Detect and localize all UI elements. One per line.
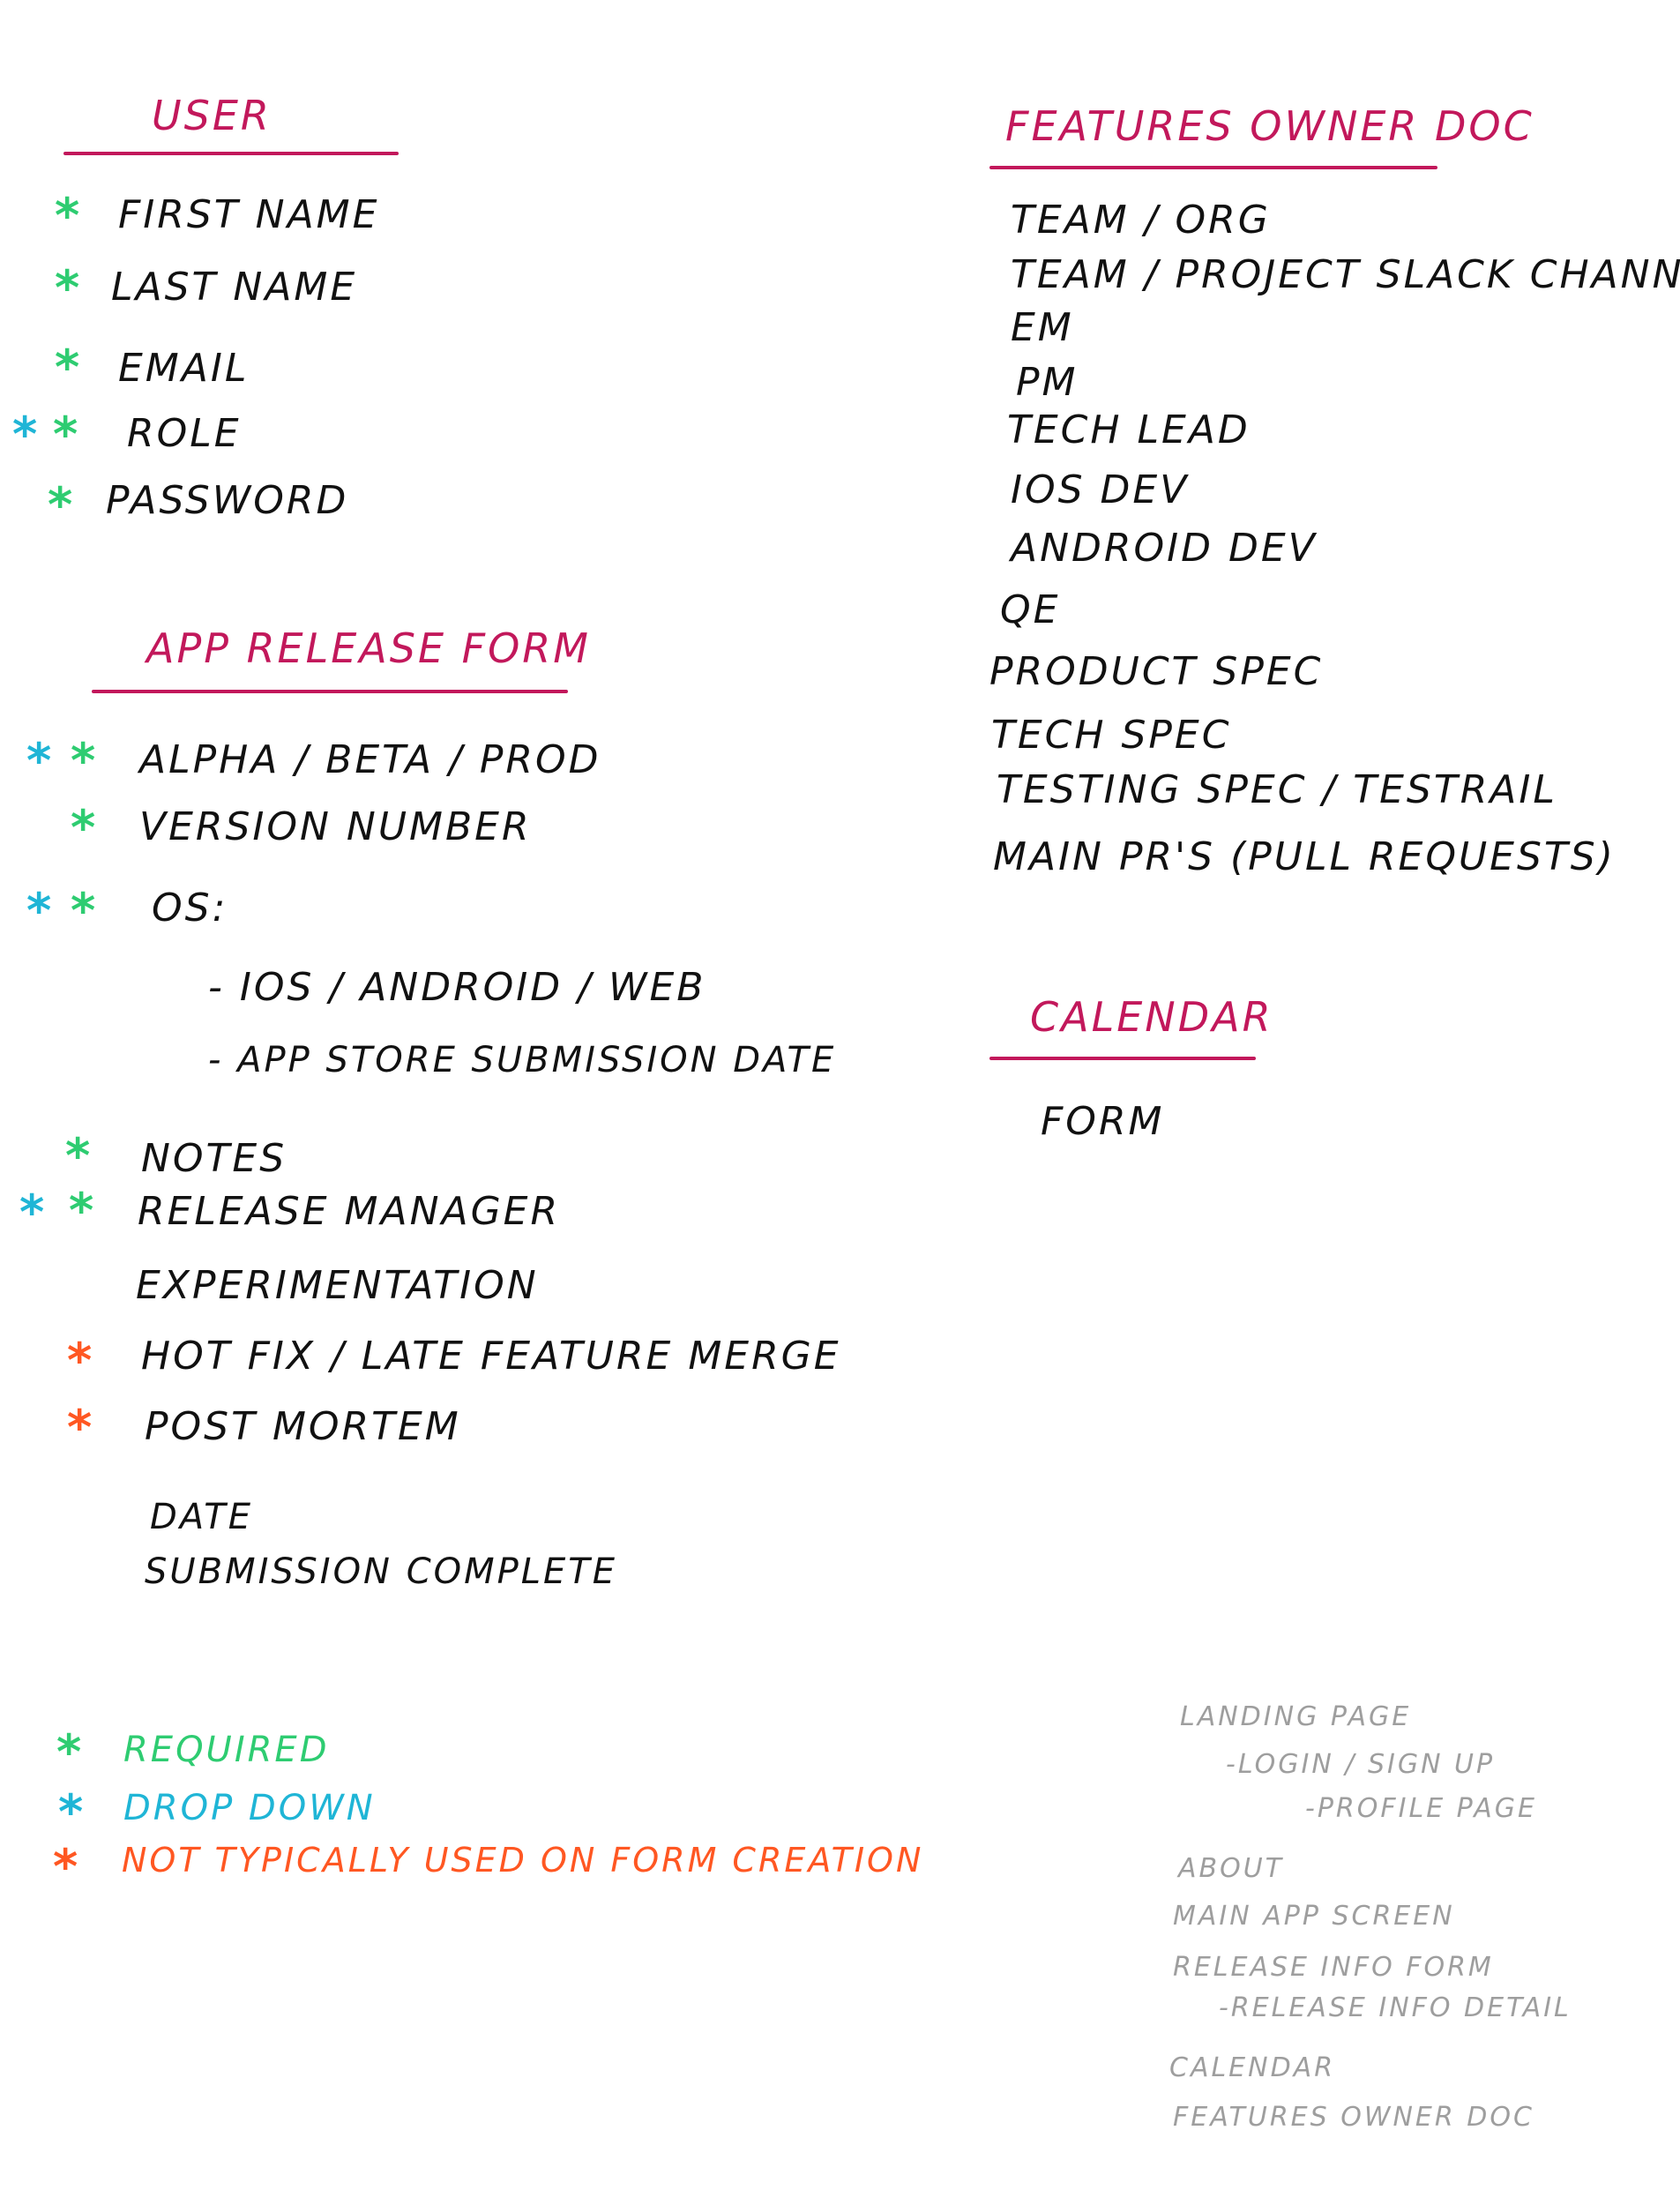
fod-field-pm: PM <box>1016 360 1079 405</box>
legend-dropdown: Drop Down <box>123 1788 376 1828</box>
dropdown-marker: * <box>26 733 52 789</box>
user-field-first-name: First Name <box>118 192 380 237</box>
fod-field-ios-dev: iOS Dev <box>1011 467 1190 512</box>
fod-field-android-dev: Android Dev <box>1011 526 1318 571</box>
legend-required-marker: * <box>56 1724 82 1780</box>
calendar-title: Calendar <box>1030 993 1273 1041</box>
legend-not-typical: Not Typically Used On Form Creation <box>122 1841 924 1880</box>
legend-not-typical-marker: * <box>53 1839 78 1895</box>
arf-field-date: Date <box>150 1497 253 1537</box>
arf-subfield-app-store-date: - App Store Submission Date <box>208 1040 837 1080</box>
not-typical-marker: * <box>67 1333 93 1388</box>
calendar-title-underline <box>989 1057 1256 1060</box>
required-marker: * <box>55 340 80 395</box>
page-calendar: Calendar <box>1169 2052 1336 2083</box>
user-section-title: User <box>152 92 272 139</box>
arf-field-hot-fix: Hot Fix / Late Feature Merge <box>141 1334 841 1379</box>
required-marker: * <box>71 883 96 938</box>
required-marker: * <box>55 260 80 316</box>
page-profile: -Profile Page <box>1305 1793 1538 1824</box>
dropdown-marker: * <box>12 407 38 462</box>
calendar-field-form: Form <box>1041 1099 1165 1144</box>
page-main-app-screen: Main App Screen <box>1173 1901 1455 1932</box>
arf-field-release-manager: Release Manager <box>138 1189 561 1234</box>
fod-field-tech-lead: Tech Lead <box>1007 407 1251 452</box>
fod-field-qe: QE <box>1000 587 1061 632</box>
arf-field-version-number: Version Number <box>139 804 532 849</box>
user-field-email: Email <box>118 346 250 391</box>
fod-field-main-prs: Main PR's (Pull Requests) <box>993 834 1616 879</box>
page-features-owner-doc: Features Owner Doc <box>1173 2102 1534 2133</box>
fod-field-em: EM <box>1011 305 1074 350</box>
user-title-underline <box>63 152 399 155</box>
arf-field-post-mortem: Post Mortem <box>145 1404 461 1449</box>
arf-field-submission-complete: Submission Complete <box>145 1551 618 1592</box>
user-field-password: Password <box>106 478 349 523</box>
arf-field-notes: Notes <box>141 1136 287 1181</box>
page-about: About <box>1178 1853 1284 1884</box>
not-typical-marker: * <box>67 1400 93 1455</box>
fod-field-team-org: Team / Org <box>1011 198 1271 243</box>
required-marker: * <box>48 477 73 533</box>
page-landing: Landing Page <box>1180 1701 1412 1732</box>
features-owner-doc-title: Features Owner Doc <box>1005 102 1534 150</box>
required-marker: * <box>71 800 96 856</box>
legend-dropdown-marker: * <box>58 1784 84 1840</box>
fod-field-tech-spec: Tech Spec <box>991 713 1232 758</box>
required-marker: * <box>65 1128 91 1184</box>
fod-field-testing-spec: Testing Spec / TestRail <box>997 767 1557 812</box>
required-marker: * <box>53 407 78 462</box>
page-release-info-form: Release Info Form <box>1173 1952 1494 1983</box>
required-marker: * <box>71 733 96 789</box>
user-field-last-name: Last Name <box>111 265 358 310</box>
dropdown-marker: * <box>19 1185 45 1240</box>
arf-field-os: OS: <box>152 886 228 931</box>
features-owner-doc-title-underline <box>989 166 1437 169</box>
fod-field-slack-channel: Team / Project Slack Channel <box>1011 252 1680 297</box>
dropdown-marker: * <box>26 883 52 938</box>
required-marker: * <box>55 188 80 243</box>
user-field-role: Role <box>127 411 242 456</box>
app-release-form-title-underline <box>92 690 568 693</box>
page-login-signup: -Login / Sign Up <box>1226 1749 1496 1780</box>
legend-required: Required <box>123 1730 330 1770</box>
page-release-info-detail: -Release Info Detail <box>1219 1992 1572 2023</box>
required-marker: * <box>69 1183 94 1238</box>
app-release-form-title: App Release Form <box>146 624 591 672</box>
arf-field-experimentation: Experimentation <box>136 1263 539 1308</box>
arf-subfield-platforms: - iOS / Android / Web <box>208 965 706 1010</box>
arf-field-alpha-beta-prod: Alpha / Beta / Prod <box>139 737 601 782</box>
fod-field-product-spec: Product Spec <box>989 649 1324 694</box>
